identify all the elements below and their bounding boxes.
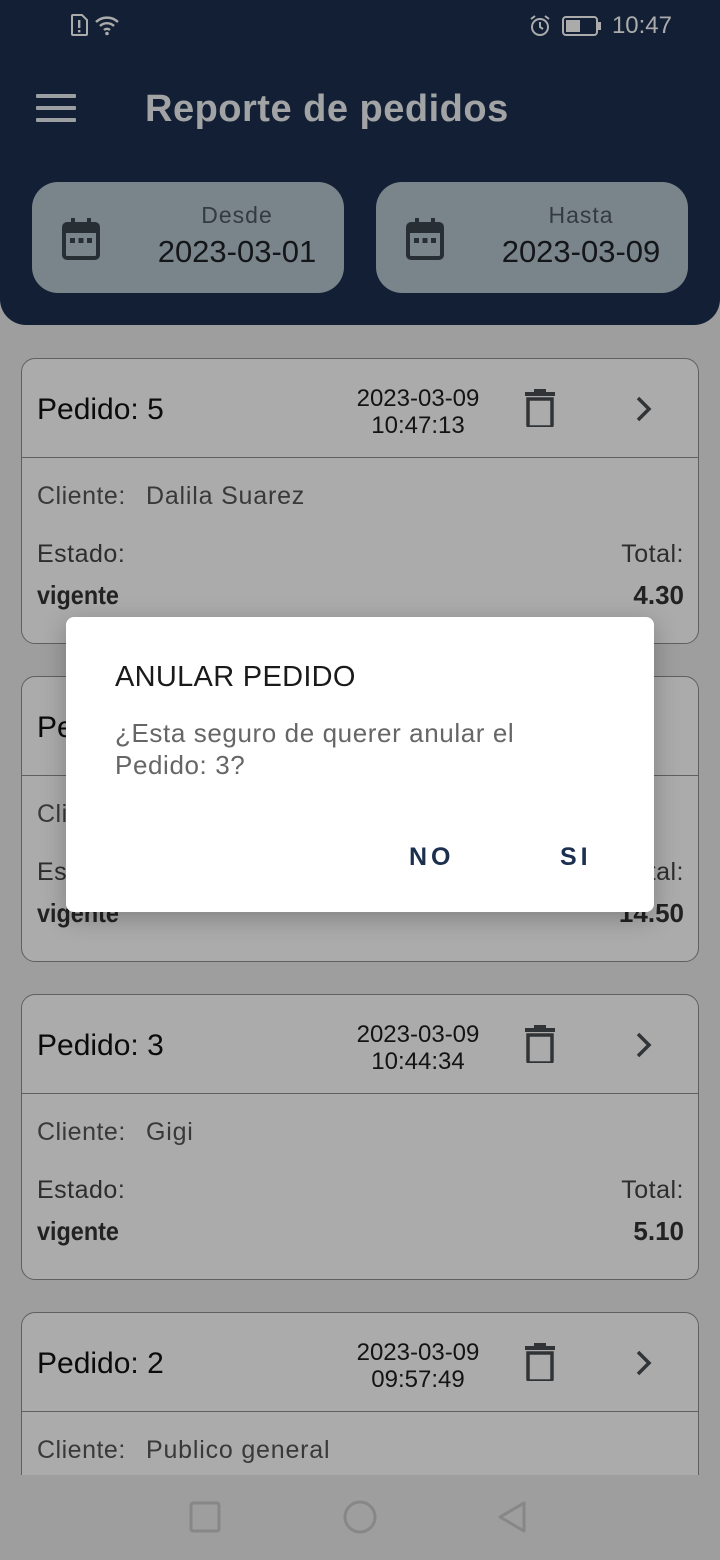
dialog-message: ¿Esta seguro de querer anular el Pedido:… bbox=[115, 718, 515, 780]
cancel-order-dialog: ANULAR PEDIDO ¿Esta seguro de querer anu… bbox=[66, 617, 654, 912]
yes-button[interactable]: SI bbox=[560, 843, 592, 872]
no-button[interactable]: NO bbox=[409, 843, 455, 872]
dialog-title: ANULAR PEDIDO bbox=[115, 661, 356, 693]
